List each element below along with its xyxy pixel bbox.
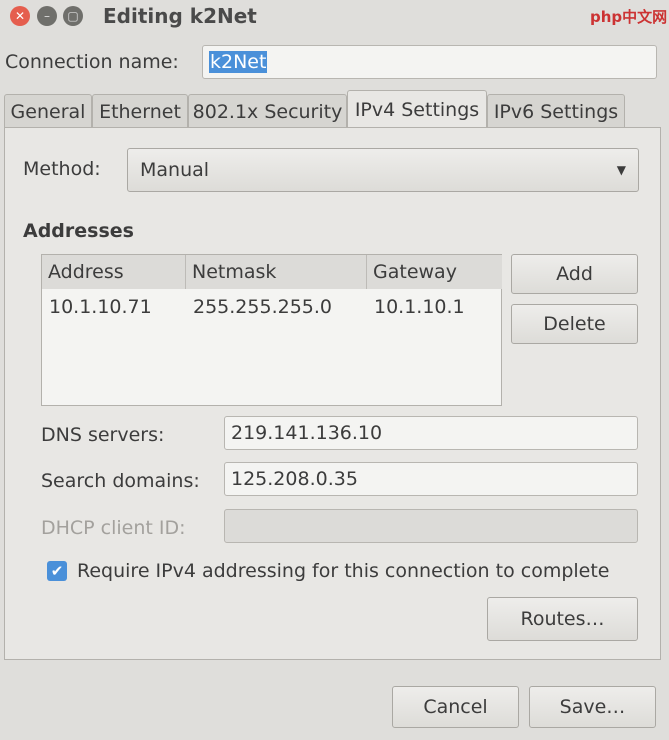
dhcp-client-id-input[interactable] <box>224 509 638 543</box>
column-header-address[interactable]: Address <box>42 255 186 289</box>
tab-ipv4-settings[interactable]: IPv4 Settings <box>347 90 487 128</box>
table-row[interactable]: 10.1.10.71 255.255.255.0 10.1.10.1 <box>42 289 501 325</box>
window-title: Editing k2Net <box>103 4 257 28</box>
cancel-button[interactable]: Cancel <box>392 686 519 728</box>
tab-ipv6-settings[interactable]: IPv6 Settings <box>487 94 625 128</box>
search-domains-input[interactable]: 125.208.0.35 <box>224 462 638 496</box>
require-ipv4-label[interactable]: Require IPv4 addressing for this connect… <box>77 560 610 582</box>
require-ipv4-checkbox[interactable]: ✔ <box>47 561 67 581</box>
connection-name-input[interactable]: k2Net <box>202 45 657 79</box>
method-label: Method: <box>23 158 101 180</box>
chevron-down-icon: ▼ <box>616 163 626 177</box>
add-button[interactable]: Add <box>511 254 638 294</box>
addresses-table: Address Netmask Gateway 10.1.10.71 255.2… <box>41 254 502 406</box>
maximize-button[interactable]: ▢ <box>63 6 83 26</box>
tab-8021x-security[interactable]: 802.1x Security <box>188 94 347 128</box>
close-button[interactable]: ✕ <box>10 6 30 26</box>
routes-button[interactable]: Routes… <box>487 597 638 641</box>
minimize-button[interactable]: – <box>37 6 57 26</box>
ipv4-panel: Method: Manual ▼ Addresses Address Netma… <box>4 127 661 660</box>
save-button[interactable]: Save… <box>529 686 656 728</box>
dns-servers-input[interactable]: 219.141.136.10 <box>224 416 638 450</box>
method-select[interactable]: Manual ▼ <box>127 148 639 192</box>
delete-button[interactable]: Delete <box>511 304 638 344</box>
dhcp-client-id-label: DHCP client ID: <box>41 517 186 539</box>
watermark-logo: php中文网 <box>590 8 668 26</box>
addresses-heading: Addresses <box>23 220 134 242</box>
search-domains-label: Search domains: <box>41 470 200 492</box>
dns-servers-label: DNS servers: <box>41 424 165 446</box>
column-header-gateway[interactable]: Gateway <box>367 255 502 289</box>
tab-general[interactable]: General <box>4 94 92 128</box>
column-header-netmask[interactable]: Netmask <box>186 255 367 289</box>
tab-ethernet[interactable]: Ethernet <box>92 94 188 128</box>
connection-name-label: Connection name: <box>5 51 179 73</box>
